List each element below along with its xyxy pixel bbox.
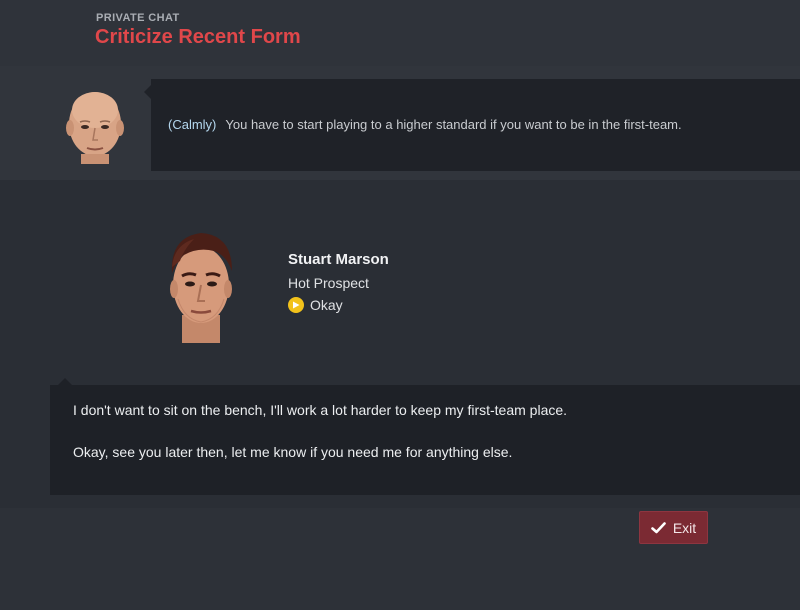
- player-avatar: [170, 233, 232, 343]
- manager-avatar: [64, 92, 126, 172]
- manager-message-bubble: (Calmly) You have to start playing to a h…: [144, 79, 800, 171]
- chat-header: PRIVATE CHAT Criticize Recent Form: [0, 0, 800, 66]
- page-title: Criticize Recent Form: [95, 26, 301, 48]
- manager-message: (Calmly) You have to start playing to a h…: [168, 117, 682, 132]
- player-response-1: I don't want to sit on the bench, I'll w…: [73, 402, 568, 418]
- exit-button[interactable]: Exit: [639, 511, 708, 544]
- player-mood: Okay: [288, 297, 343, 313]
- player-mood-text: Okay: [310, 297, 343, 313]
- player-role: Hot Prospect: [288, 275, 369, 291]
- player-response-bubble: I don't want to sit on the bench, I'll w…: [50, 378, 800, 495]
- exit-button-label: Exit: [672, 519, 697, 536]
- player-response-2: Okay, see you later then, let me know if…: [73, 444, 513, 460]
- check-icon: [651, 521, 666, 534]
- chat-type-label: PRIVATE CHAT: [96, 12, 180, 24]
- player-name: Stuart Marson: [288, 251, 389, 268]
- mood-okay-icon: [288, 297, 304, 313]
- message-tone: (Calmly): [168, 117, 217, 132]
- manager-message-text: You have to start playing to a higher st…: [225, 117, 682, 132]
